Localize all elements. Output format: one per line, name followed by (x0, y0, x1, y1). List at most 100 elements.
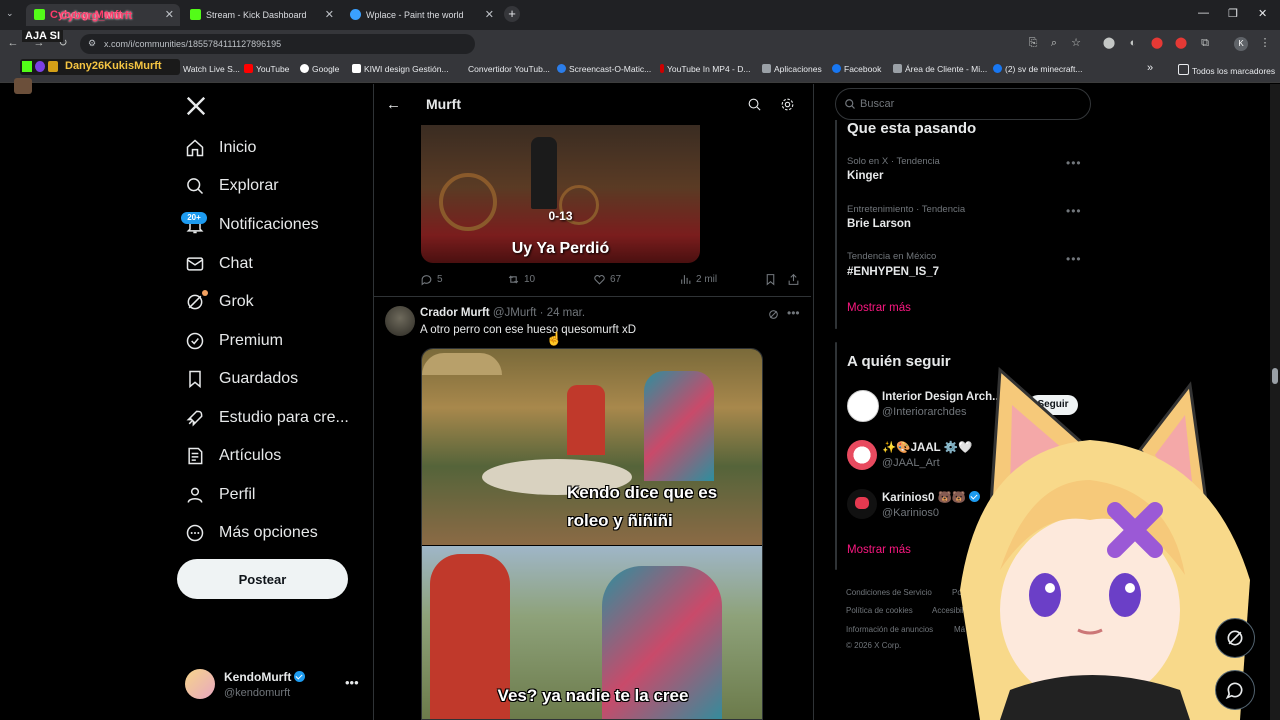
extension-icon[interactable]: ⬤ (1150, 36, 1164, 50)
back-arrow-icon[interactable]: ← (386, 96, 401, 113)
footer-link[interactable]: Condiciones de Servicio (846, 588, 932, 597)
nav-item-chat[interactable]: Chat (185, 249, 253, 279)
messages-float-button[interactable] (1215, 670, 1255, 710)
grok-float-button[interactable] (1215, 618, 1255, 658)
nav-item-estudio[interactable]: Estudio para cre... (185, 403, 349, 433)
back-icon[interactable]: ← (6, 36, 20, 50)
nav-item-premium[interactable]: Premium (185, 326, 283, 356)
nav-item-perfil[interactable]: Perfil (185, 480, 255, 510)
meme-figure (531, 137, 557, 209)
avatar[interactable] (847, 489, 877, 519)
show-more-link[interactable]: Mostrar más (847, 544, 911, 556)
bookmark-item[interactable]: KIWI design Gestión... (352, 64, 449, 74)
avatar[interactable] (847, 440, 877, 470)
post-2-meme-image[interactable]: Kendo dice que es roleo y ñiñiñi Ves? ya… (421, 348, 763, 720)
avatar (185, 669, 215, 699)
footer-link[interactable]: Política de cookies (846, 606, 913, 615)
restore-icon[interactable]: ❐ (1228, 7, 1238, 20)
bookmarks-overflow-icon[interactable]: » (1147, 62, 1153, 74)
extension-icon[interactable]: ◐ (1126, 36, 1140, 50)
scrollbar-thumb[interactable] (1272, 368, 1278, 384)
search-input[interactable]: Buscar (835, 88, 1091, 120)
address-bar[interactable]: ⚙ x.com/i/communities/185578411112789619… (80, 34, 475, 54)
bookmark-item[interactable]: Área de Cliente - Mi... (893, 64, 987, 74)
more-horizontal-icon[interactable]: ••• (345, 675, 359, 690)
bookmark-item[interactable]: Watch Live S... (183, 64, 240, 74)
like-button[interactable]: 67 (593, 273, 621, 286)
new-tab-button[interactable]: + (504, 6, 520, 22)
trend-item[interactable]: Kinger (847, 170, 883, 182)
extension-icon[interactable]: ⬤ (1174, 36, 1188, 50)
divider (374, 296, 811, 297)
close-tab-icon[interactable]: ✕ (485, 8, 494, 21)
bookmark-item[interactable]: Screencast-O-Matic... (557, 64, 651, 74)
verified-badge-icon (294, 671, 306, 682)
nav-item-explorar[interactable]: Explorar (185, 171, 279, 201)
profile-avatar[interactable]: K (1234, 37, 1248, 51)
zoom-icon[interactable]: ⌕ (1047, 36, 1061, 50)
grok-icon (1227, 630, 1243, 646)
browser-tab-bar: ⌄ Cyborg_Murft ✕ Stream - Kick Dashboard… (0, 0, 1280, 30)
close-tab-icon[interactable]: ✕ (165, 8, 174, 21)
bookmark-icon[interactable] (764, 273, 777, 286)
all-bookmarks-folder[interactable]: Todos los marcadores (1178, 64, 1275, 76)
meme-top-text: Kendo dice que es roleo y ñiñiñi (567, 483, 718, 530)
bookmark-item[interactable]: (2) sv de minecraft... (993, 64, 1082, 74)
menu-kebab-icon[interactable]: ⋮ (1258, 36, 1272, 50)
more-horizontal-icon[interactable]: ••• (787, 306, 800, 320)
avatar[interactable] (385, 306, 415, 336)
gear-icon[interactable] (780, 97, 795, 112)
tab-wplace[interactable]: Wplace - Paint the world ✕ (342, 4, 500, 26)
nav-item-mas-opciones[interactable]: Más opciones (185, 518, 318, 548)
nav-item-inicio[interactable]: Inicio (185, 133, 256, 163)
tab-kick-dashboard[interactable]: Stream - Kick Dashboard ✕ (182, 4, 340, 26)
reply-button[interactable]: 5 (420, 273, 443, 286)
trend-item[interactable]: Brie Larson (847, 218, 911, 230)
avatar[interactable] (847, 390, 879, 422)
post-1-meme-image[interactable]: 0-13 Uy Ya Perdió (421, 125, 700, 263)
share-icon[interactable] (787, 273, 800, 286)
trend-item[interactable]: #ENHYPEN_IS_7 (847, 266, 939, 278)
puzzle-icon[interactable]: ⧉ (1198, 36, 1212, 50)
footer-link[interactable]: Información de anuncios (846, 625, 933, 634)
post-handle[interactable]: @JMurft (493, 307, 537, 319)
repost-button[interactable]: 10 (507, 273, 535, 286)
bookmark-item[interactable]: Facebook (832, 64, 881, 74)
more-horizontal-icon[interactable]: ••• (1066, 204, 1082, 218)
trend-category: Solo en X · Tendencia (847, 156, 940, 167)
nav-item-articulos[interactable]: Artículos (185, 441, 281, 471)
nav-item-grok[interactable]: Grok (185, 287, 254, 317)
post-author[interactable]: Crador Murft (420, 307, 490, 319)
views-icon (681, 275, 691, 284)
bookmark-item[interactable]: Google (300, 64, 339, 74)
x-logo-icon[interactable] (185, 95, 207, 117)
account-switcher[interactable]: KendoMurft @kendomurft ••• (185, 669, 359, 703)
kick-logo-icon (22, 61, 32, 72)
chat-bubble-icon (1225, 682, 1243, 700)
tab-list-chevron-icon[interactable]: ⌄ (6, 8, 14, 19)
post-button[interactable]: Postear (177, 559, 348, 599)
badge-icon (35, 61, 45, 72)
post-time[interactable]: · 24 mar. (540, 307, 585, 319)
bookmark-item[interactable]: YouTube (244, 64, 289, 74)
extension-icon[interactable]: ⬤ (1102, 36, 1116, 50)
mouse-cursor-icon: ☝ (546, 331, 563, 346)
bookmark-item[interactable]: Convertidor YouTub... (468, 64, 550, 74)
search-icon[interactable] (747, 97, 762, 112)
nav-item-guardados[interactable]: Guardados (185, 364, 298, 394)
bookmark-item[interactable]: Aplicaciones (762, 64, 822, 74)
bookmark-item[interactable]: YouTube In MP4 - D... (660, 64, 750, 74)
more-horizontal-icon[interactable]: ••• (1066, 252, 1082, 266)
vtuber-avatar-overlay (960, 366, 1250, 720)
star-icon[interactable]: ☆ (1069, 36, 1083, 50)
close-window-icon[interactable]: ✕ (1258, 7, 1267, 20)
views-button[interactable]: 2 mil (679, 273, 717, 286)
minimize-icon[interactable]: — (1198, 7, 1209, 19)
show-more-link[interactable]: Mostrar más (847, 302, 911, 314)
grok-icon[interactable] (767, 308, 780, 321)
close-tab-icon[interactable]: ✕ (325, 8, 334, 21)
scrollbar[interactable] (1270, 84, 1280, 720)
cast-icon[interactable]: ⎘ (1026, 36, 1040, 50)
site-info-icon[interactable]: ⚙ (88, 38, 96, 49)
more-horizontal-icon[interactable]: ••• (1066, 156, 1082, 170)
